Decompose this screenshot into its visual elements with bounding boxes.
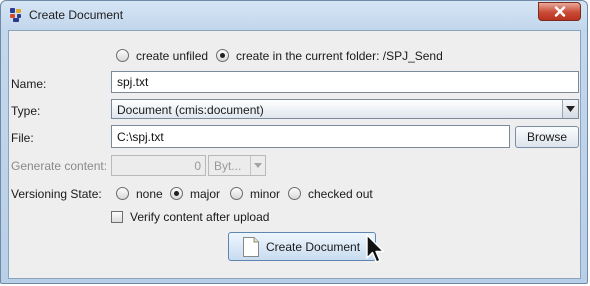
radio-versioning-none-label: none [136,187,163,201]
radio-versioning-checked-out-label: checked out [308,187,373,201]
generate-content-size-field[interactable]: 0 [111,155,206,176]
radio-create-unfiled-label: create unfiled [136,49,209,63]
type-label: Type: [11,104,41,118]
chevron-down-icon [254,163,262,168]
versioning-state-label: Versioning State: [11,187,102,201]
verify-content-checkbox[interactable] [111,211,123,223]
generate-content-unit-value: Byt... [214,159,242,173]
radio-create-in-folder-label: create in the current folder: /SPJ_Send [236,49,443,63]
generate-content-unit-select[interactable]: Byt... [208,155,266,176]
radio-versioning-minor[interactable] [230,187,243,200]
create-document-button-label: Create Document [266,240,361,254]
generate-content-size-value: 0 [194,159,201,173]
close-button[interactable] [538,2,581,21]
title-bar[interactable]: Create Document [1,1,587,29]
radio-create-unfiled[interactable] [116,49,129,62]
dialog-window: Create Document create unfiled create in… [0,0,588,284]
radio-create-in-folder[interactable] [216,49,229,62]
generate-content-unit-arrow[interactable] [250,156,265,175]
radio-versioning-major[interactable] [170,187,183,200]
type-select-arrow[interactable] [562,100,578,118]
file-path-field[interactable] [111,125,510,148]
file-label: File: [11,131,34,145]
radio-versioning-major-label: major [190,187,221,201]
chevron-down-icon [566,106,575,112]
browse-button-label: Browse [526,130,567,144]
browse-button[interactable]: Browse [515,126,579,148]
document-icon [243,237,259,257]
type-select[interactable]: Document (cmis:document) [111,99,579,119]
verify-content-label: Verify content after upload [130,210,270,224]
dialog-content: create unfiled create in the current fol… [8,30,581,279]
type-select-value: Document (cmis:document) [117,103,264,117]
radio-versioning-checked-out[interactable] [288,187,301,200]
create-document-button[interactable]: Create Document [228,232,376,261]
mouse-cursor-icon [366,234,385,263]
window-title: Create Document [29,8,124,22]
generate-content-label: Generate content: [11,159,108,173]
radio-versioning-none[interactable] [116,187,129,200]
name-label: Name: [11,77,47,91]
name-field[interactable] [111,71,579,93]
close-icon [554,6,565,17]
app-icon [10,8,21,22]
radio-versioning-minor-label: minor [250,187,281,201]
